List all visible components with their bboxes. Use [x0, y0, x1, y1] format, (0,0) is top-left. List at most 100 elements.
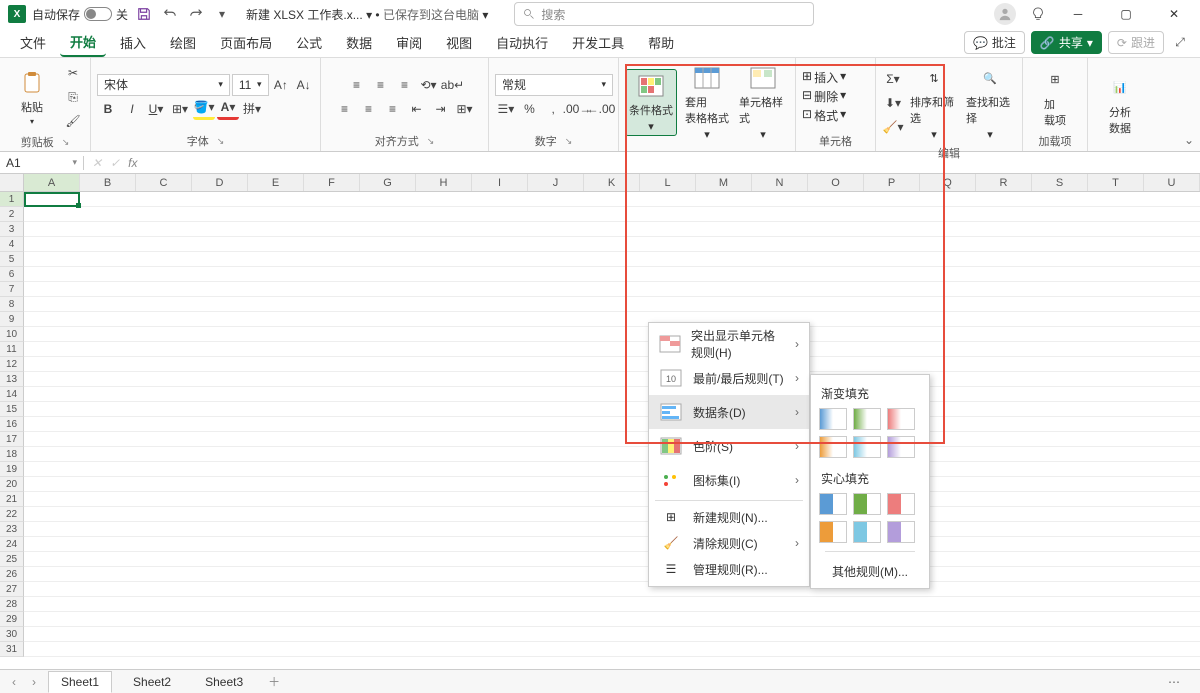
status-dots[interactable]: ⋯: [1168, 675, 1192, 689]
col-header-R[interactable]: R: [976, 174, 1032, 191]
collapse-ribbon-icon[interactable]: ⌄: [1184, 133, 1194, 147]
sheet-next-icon[interactable]: ›: [28, 675, 40, 689]
col-header-N[interactable]: N: [752, 174, 808, 191]
currency-icon[interactable]: ☰▾: [495, 98, 517, 120]
format-table-button[interactable]: 套用 表格格式▾: [681, 62, 733, 143]
autosum-icon[interactable]: Σ▾: [882, 68, 904, 90]
autosave-toggle[interactable]: 自动保存 关: [32, 6, 128, 23]
row-header-7[interactable]: 7: [0, 282, 24, 297]
align-bottom-icon[interactable]: ≡: [394, 74, 416, 96]
enter-icon[interactable]: ✓: [110, 156, 120, 170]
align-left-icon[interactable]: ≡: [334, 98, 356, 120]
fx-icon[interactable]: fx: [128, 156, 137, 170]
databar-gradient-blue[interactable]: [819, 408, 847, 430]
menu-more-rules[interactable]: 其他规则(M)...: [819, 555, 921, 582]
grow-font-icon[interactable]: A↑: [271, 74, 292, 96]
col-header-M[interactable]: M: [696, 174, 752, 191]
percent-icon[interactable]: %: [519, 98, 541, 120]
border-button[interactable]: ⊞▾: [169, 98, 191, 120]
conditional-format-button[interactable]: 条件格式▾: [625, 69, 677, 136]
analyze-data-button[interactable]: 📊 分析 数据: [1094, 72, 1146, 138]
tab-home[interactable]: 开始: [60, 28, 106, 57]
databar-gradient-purple[interactable]: [887, 436, 915, 458]
menu-new-rule[interactable]: ⊞ 新建规则(N)...: [649, 504, 809, 530]
row-header-31[interactable]: 31: [0, 642, 24, 657]
databar-solid-red[interactable]: [887, 493, 915, 515]
row-header-12[interactable]: 12: [0, 357, 24, 372]
row-header-19[interactable]: 19: [0, 462, 24, 477]
databar-solid-lightblue[interactable]: [853, 521, 881, 543]
align-center-icon[interactable]: ≡: [358, 98, 380, 120]
row-header-20[interactable]: 20: [0, 477, 24, 492]
col-header-G[interactable]: G: [360, 174, 416, 191]
number-format-select[interactable]: 常规▾: [495, 74, 613, 96]
cell-styles-button[interactable]: 单元格样式▾: [737, 62, 789, 143]
sheet-prev-icon[interactable]: ‹: [8, 675, 20, 689]
tab-insert[interactable]: 插入: [110, 29, 156, 56]
tab-view[interactable]: 视图: [436, 29, 482, 56]
col-header-H[interactable]: H: [416, 174, 472, 191]
row-header-22[interactable]: 22: [0, 507, 24, 522]
col-header-K[interactable]: K: [584, 174, 640, 191]
row-header-18[interactable]: 18: [0, 447, 24, 462]
qat-more-icon[interactable]: ▾: [212, 4, 232, 24]
databar-gradient-lightblue[interactable]: [853, 436, 881, 458]
databar-gradient-red[interactable]: [887, 408, 915, 430]
launcher-icon[interactable]: ↘: [427, 136, 435, 147]
italic-button[interactable]: I: [121, 98, 143, 120]
minimize-button[interactable]: ─: [1060, 0, 1096, 28]
close-button[interactable]: ✕: [1156, 0, 1192, 28]
wrap-text-icon[interactable]: ab↵: [442, 74, 464, 96]
insert-cells-button[interactable]: ⊞ 插入 ▾: [802, 69, 846, 86]
col-header-O[interactable]: O: [808, 174, 864, 191]
col-header-S[interactable]: S: [1032, 174, 1088, 191]
row-header-21[interactable]: 21: [0, 492, 24, 507]
cut-icon[interactable]: ✂: [62, 62, 84, 84]
paste-button[interactable]: 粘贴▾: [6, 67, 58, 128]
align-top-icon[interactable]: ≡: [346, 74, 368, 96]
row-header-9[interactable]: 9: [0, 312, 24, 327]
increase-decimal-icon[interactable]: .00→: [566, 98, 588, 120]
menu-data-bars[interactable]: 数据条(D)›: [649, 395, 809, 429]
row-header-10[interactable]: 10: [0, 327, 24, 342]
fill-icon[interactable]: ⬇▾: [882, 92, 904, 114]
menu-icon-sets[interactable]: 图标集(I)›: [649, 463, 809, 497]
add-sheet-icon[interactable]: ＋: [264, 673, 284, 690]
col-header-P[interactable]: P: [864, 174, 920, 191]
addins-button[interactable]: ⊞ 加 载项: [1029, 64, 1081, 130]
row-header-13[interactable]: 13: [0, 372, 24, 387]
tab-developer[interactable]: 开发工具: [562, 29, 634, 56]
menu-highlight-rules[interactable]: 突出显示单元格规则(H)›: [649, 327, 809, 361]
row-header-8[interactable]: 8: [0, 297, 24, 312]
maximize-button[interactable]: ▢: [1108, 0, 1144, 28]
row-header-25[interactable]: 25: [0, 552, 24, 567]
cancel-icon[interactable]: ✕: [92, 156, 102, 170]
col-header-I[interactable]: I: [472, 174, 528, 191]
underline-button[interactable]: U▾: [145, 98, 167, 120]
indent-increase-icon[interactable]: ⇥: [430, 98, 452, 120]
find-select-button[interactable]: 🔍 查找和选择▾: [964, 62, 1016, 143]
databar-solid-green[interactable]: [853, 493, 881, 515]
row-header-16[interactable]: 16: [0, 417, 24, 432]
databar-solid-blue[interactable]: [819, 493, 847, 515]
launcher-icon[interactable]: ↘: [62, 137, 70, 148]
row-header-11[interactable]: 11: [0, 342, 24, 357]
tab-review[interactable]: 审阅: [386, 29, 432, 56]
tab-formulas[interactable]: 公式: [286, 29, 332, 56]
share-button[interactable]: 🔗 共享 ▾: [1031, 31, 1102, 54]
fill-color-button[interactable]: 🪣▾: [193, 98, 215, 120]
row-header-29[interactable]: 29: [0, 612, 24, 627]
sheet-tab-3[interactable]: Sheet3: [192, 671, 256, 693]
tab-data[interactable]: 数据: [336, 29, 382, 56]
font-name-select[interactable]: 宋体▾: [97, 74, 230, 96]
track-button[interactable]: ⟳ 跟进: [1108, 31, 1164, 54]
sheet-tab-1[interactable]: Sheet1: [48, 671, 112, 693]
menu-clear-rules[interactable]: 🧹 清除规则(C)›: [649, 530, 809, 556]
format-painter-icon[interactable]: 🖌: [62, 110, 84, 132]
col-header-C[interactable]: C: [136, 174, 192, 191]
row-header-14[interactable]: 14: [0, 387, 24, 402]
row-header-15[interactable]: 15: [0, 402, 24, 417]
tab-file[interactable]: 文件: [10, 29, 56, 56]
select-all-corner[interactable]: [0, 174, 24, 191]
col-header-L[interactable]: L: [640, 174, 696, 191]
